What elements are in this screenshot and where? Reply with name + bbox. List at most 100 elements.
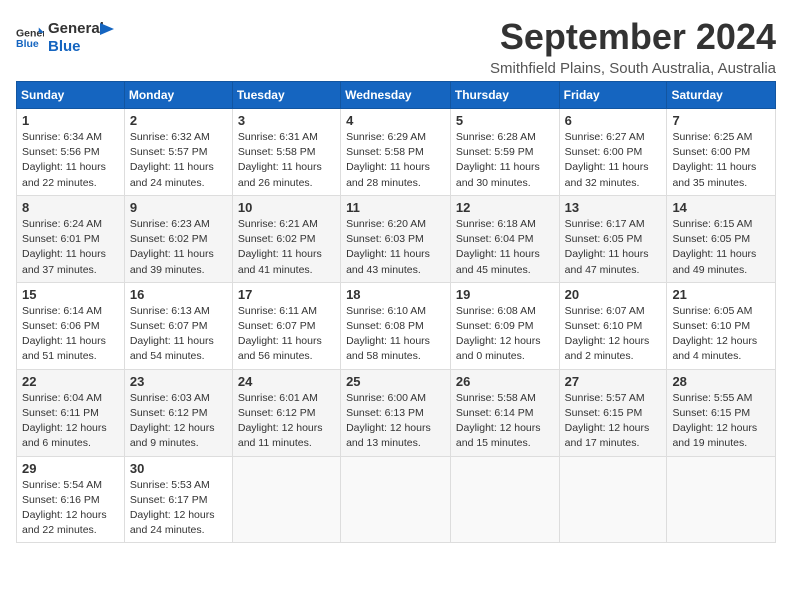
calendar-cell: 3 Sunrise: 6:31 AM Sunset: 5:58 PM Daylig…	[232, 109, 340, 196]
calendar-body: 1 Sunrise: 6:34 AM Sunset: 5:56 PM Daylig…	[17, 109, 776, 543]
calendar-cell	[559, 456, 667, 543]
calendar-cell: 15 Sunrise: 6:14 AM Sunset: 6:06 PM Dayli…	[17, 282, 125, 369]
day-number: 21	[672, 287, 770, 302]
day-number: 6	[565, 113, 662, 128]
header-tuesday: Tuesday	[232, 82, 340, 109]
calendar-cell: 29 Sunrise: 5:54 AM Sunset: 6:16 PM Dayli…	[17, 456, 125, 543]
day-number: 16	[130, 287, 227, 302]
day-detail: Sunrise: 6:32 AM Sunset: 5:57 PM Dayligh…	[130, 130, 227, 191]
day-detail: Sunrise: 6:05 AM Sunset: 6:10 PM Dayligh…	[672, 304, 770, 365]
day-number: 9	[130, 200, 227, 215]
day-number: 4	[346, 113, 445, 128]
calendar-cell: 27Sunrise: 5:57 AM Sunset: 6:15 PM Dayli…	[559, 369, 667, 456]
calendar-cell: 2 Sunrise: 6:32 AM Sunset: 5:57 PM Daylig…	[124, 109, 232, 196]
day-detail: Sunrise: 6:11 AM Sunset: 6:07 PM Dayligh…	[238, 304, 335, 365]
day-detail: Sunrise: 6:10 AM Sunset: 6:08 PM Dayligh…	[346, 304, 445, 365]
day-detail: Sunrise: 6:04 AM Sunset: 6:11 PM Dayligh…	[22, 391, 119, 452]
day-number: 13	[565, 200, 662, 215]
calendar-cell	[232, 456, 340, 543]
calendar-cell: 14 Sunrise: 6:15 AM Sunset: 6:05 PM Dayli…	[667, 195, 776, 282]
calendar-cell	[341, 456, 451, 543]
day-detail: Sunrise: 6:28 AM Sunset: 5:59 PM Dayligh…	[456, 130, 554, 191]
calendar-cell: 23 Sunrise: 6:03 AM Sunset: 6:12 PM Dayli…	[124, 369, 232, 456]
calendar-cell: 22 Sunrise: 6:04 AM Sunset: 6:11 PM Dayli…	[17, 369, 125, 456]
calendar-cell: 28 Sunrise: 5:55 AM Sunset: 6:15 PM Dayli…	[667, 369, 776, 456]
day-detail: Sunrise: 5:57 AM Sunset: 6:15 PM Dayligh…	[565, 391, 662, 452]
header-wednesday: Wednesday	[341, 82, 451, 109]
day-number: 29	[22, 461, 119, 476]
day-number: 23	[130, 374, 227, 389]
calendar-cell: 10 Sunrise: 6:21 AM Sunset: 6:02 PM Dayli…	[232, 195, 340, 282]
calendar-header-row: SundayMondayTuesdayWednesdayThursdayFrid…	[17, 82, 776, 109]
calendar-cell: 17Sunrise: 6:11 AM Sunset: 6:07 PM Dayli…	[232, 282, 340, 369]
location-title: Smithfield Plains, South Australia, Aust…	[490, 60, 776, 77]
title-block: September 2024 Smithfield Plains, South …	[490, 16, 776, 77]
day-detail: Sunrise: 6:25 AM Sunset: 6:00 PM Dayligh…	[672, 130, 770, 191]
calendar-cell: 4 Sunrise: 6:29 AM Sunset: 5:58 PM Daylig…	[341, 109, 451, 196]
day-detail: Sunrise: 5:55 AM Sunset: 6:15 PM Dayligh…	[672, 391, 770, 452]
calendar-cell: 1 Sunrise: 6:34 AM Sunset: 5:56 PM Daylig…	[17, 109, 125, 196]
day-detail: Sunrise: 6:29 AM Sunset: 5:58 PM Dayligh…	[346, 130, 445, 191]
day-number: 15	[22, 287, 119, 302]
calendar-week-2: 8 Sunrise: 6:24 AM Sunset: 6:01 PM Daylig…	[17, 195, 776, 282]
logo-line2: Blue	[48, 38, 104, 56]
day-number: 25	[346, 374, 445, 389]
calendar-cell: 12Sunrise: 6:18 AM Sunset: 6:04 PM Dayli…	[450, 195, 559, 282]
logo-icon: General Blue	[16, 24, 44, 52]
day-number: 24	[238, 374, 335, 389]
blue-flag-icon	[100, 23, 120, 43]
month-title: September 2024	[490, 16, 776, 58]
calendar-cell	[450, 456, 559, 543]
day-detail: Sunrise: 6:34 AM Sunset: 5:56 PM Dayligh…	[22, 130, 119, 191]
day-number: 1	[22, 113, 119, 128]
day-detail: Sunrise: 6:31 AM Sunset: 5:58 PM Dayligh…	[238, 130, 335, 191]
day-detail: Sunrise: 6:24 AM Sunset: 6:01 PM Dayligh…	[22, 217, 119, 278]
day-detail: Sunrise: 5:53 AM Sunset: 6:17 PM Dayligh…	[130, 478, 227, 539]
day-number: 22	[22, 374, 119, 389]
calendar-cell: 21 Sunrise: 6:05 AM Sunset: 6:10 PM Dayli…	[667, 282, 776, 369]
day-number: 7	[672, 113, 770, 128]
calendar-cell: 18 Sunrise: 6:10 AM Sunset: 6:08 PM Dayli…	[341, 282, 451, 369]
header-saturday: Saturday	[667, 82, 776, 109]
calendar-cell: 11Sunrise: 6:20 AM Sunset: 6:03 PM Dayli…	[341, 195, 451, 282]
day-number: 28	[672, 374, 770, 389]
calendar-cell: 24 Sunrise: 6:01 AM Sunset: 6:12 PM Dayli…	[232, 369, 340, 456]
day-detail: Sunrise: 6:13 AM Sunset: 6:07 PM Dayligh…	[130, 304, 227, 365]
day-detail: Sunrise: 6:17 AM Sunset: 6:05 PM Dayligh…	[565, 217, 662, 278]
calendar-cell: 25Sunrise: 6:00 AM Sunset: 6:13 PM Dayli…	[341, 369, 451, 456]
day-detail: Sunrise: 6:08 AM Sunset: 6:09 PM Dayligh…	[456, 304, 554, 365]
logo: General Blue General Blue	[16, 20, 120, 56]
day-number: 3	[238, 113, 335, 128]
day-number: 10	[238, 200, 335, 215]
calendar-cell: 8 Sunrise: 6:24 AM Sunset: 6:01 PM Daylig…	[17, 195, 125, 282]
day-number: 30	[130, 461, 227, 476]
calendar-cell	[667, 456, 776, 543]
day-number: 14	[672, 200, 770, 215]
day-detail: Sunrise: 6:01 AM Sunset: 6:12 PM Dayligh…	[238, 391, 335, 452]
header-monday: Monday	[124, 82, 232, 109]
day-number: 26	[456, 374, 554, 389]
day-detail: Sunrise: 6:21 AM Sunset: 6:02 PM Dayligh…	[238, 217, 335, 278]
day-number: 8	[22, 200, 119, 215]
day-detail: Sunrise: 6:03 AM Sunset: 6:12 PM Dayligh…	[130, 391, 227, 452]
day-number: 5	[456, 113, 554, 128]
calendar-cell: 9Sunrise: 6:23 AM Sunset: 6:02 PM Daylig…	[124, 195, 232, 282]
calendar-cell: 6 Sunrise: 6:27 AM Sunset: 6:00 PM Daylig…	[559, 109, 667, 196]
calendar-week-4: 22 Sunrise: 6:04 AM Sunset: 6:11 PM Dayli…	[17, 369, 776, 456]
calendar-week-3: 15 Sunrise: 6:14 AM Sunset: 6:06 PM Dayli…	[17, 282, 776, 369]
day-detail: Sunrise: 5:58 AM Sunset: 6:14 PM Dayligh…	[456, 391, 554, 452]
day-number: 12	[456, 200, 554, 215]
header-thursday: Thursday	[450, 82, 559, 109]
day-number: 2	[130, 113, 227, 128]
calendar-cell: 30 Sunrise: 5:53 AM Sunset: 6:17 PM Dayli…	[124, 456, 232, 543]
day-detail: Sunrise: 6:20 AM Sunset: 6:03 PM Dayligh…	[346, 217, 445, 278]
day-number: 18	[346, 287, 445, 302]
day-detail: Sunrise: 6:14 AM Sunset: 6:06 PM Dayligh…	[22, 304, 119, 365]
calendar-cell: 5 Sunrise: 6:28 AM Sunset: 5:59 PM Daylig…	[450, 109, 559, 196]
day-number: 20	[565, 287, 662, 302]
day-detail: Sunrise: 5:54 AM Sunset: 6:16 PM Dayligh…	[22, 478, 119, 539]
day-detail: Sunrise: 6:15 AM Sunset: 6:05 PM Dayligh…	[672, 217, 770, 278]
logo-line1: General	[48, 20, 104, 38]
calendar-cell: 16 Sunrise: 6:13 AM Sunset: 6:07 PM Dayli…	[124, 282, 232, 369]
day-detail: Sunrise: 6:27 AM Sunset: 6:00 PM Dayligh…	[565, 130, 662, 191]
